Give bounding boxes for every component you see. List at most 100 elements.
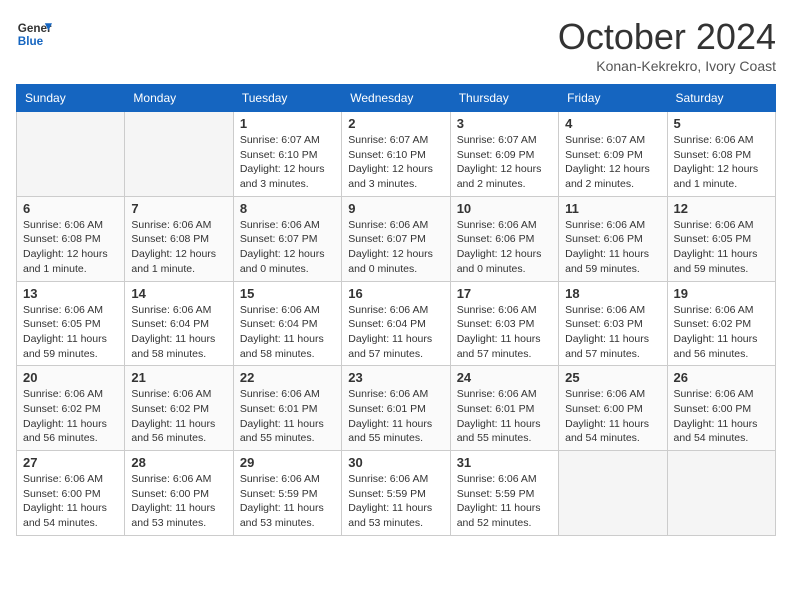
weekday-header-monday: Monday	[125, 85, 233, 112]
calendar-week-2: 6 Sunrise: 6:06 AM Sunset: 6:08 PM Daylig…	[17, 196, 776, 281]
calendar-week-4: 20 Sunrise: 6:06 AM Sunset: 6:02 PM Dayli…	[17, 366, 776, 451]
day-number: 3	[457, 116, 552, 131]
day-info: Sunrise: 6:06 AM Sunset: 5:59 PM Dayligh…	[240, 472, 335, 531]
calendar-cell: 28 Sunrise: 6:06 AM Sunset: 6:00 PM Dayli…	[125, 451, 233, 536]
day-info: Sunrise: 6:06 AM Sunset: 5:59 PM Dayligh…	[457, 472, 552, 531]
day-info: Sunrise: 6:06 AM Sunset: 6:06 PM Dayligh…	[565, 218, 660, 277]
day-info: Sunrise: 6:07 AM Sunset: 6:09 PM Dayligh…	[565, 133, 660, 192]
weekday-header-friday: Friday	[559, 85, 667, 112]
day-info: Sunrise: 6:07 AM Sunset: 6:09 PM Dayligh…	[457, 133, 552, 192]
day-info: Sunrise: 6:06 AM Sunset: 6:01 PM Dayligh…	[348, 387, 443, 446]
day-number: 19	[674, 286, 769, 301]
day-info: Sunrise: 6:06 AM Sunset: 6:00 PM Dayligh…	[131, 472, 226, 531]
day-info: Sunrise: 6:06 AM Sunset: 6:08 PM Dayligh…	[131, 218, 226, 277]
day-number: 29	[240, 455, 335, 470]
weekday-header-sunday: Sunday	[17, 85, 125, 112]
day-info: Sunrise: 6:06 AM Sunset: 6:00 PM Dayligh…	[23, 472, 118, 531]
day-info: Sunrise: 6:06 AM Sunset: 6:01 PM Dayligh…	[457, 387, 552, 446]
weekday-header-saturday: Saturday	[667, 85, 775, 112]
calendar-cell	[559, 451, 667, 536]
logo: General Blue	[16, 16, 52, 52]
calendar-cell: 16 Sunrise: 6:06 AM Sunset: 6:04 PM Dayli…	[342, 281, 450, 366]
calendar-cell	[125, 112, 233, 197]
calendar-cell: 8Sunrise: 6:06 AM Sunset: 6:07 PM Daylig…	[233, 196, 341, 281]
day-number: 2	[348, 116, 443, 131]
day-info: Sunrise: 6:06 AM Sunset: 6:08 PM Dayligh…	[674, 133, 769, 192]
day-number: 15	[240, 286, 335, 301]
day-info: Sunrise: 6:07 AM Sunset: 6:10 PM Dayligh…	[348, 133, 443, 192]
calendar-cell: 5 Sunrise: 6:06 AM Sunset: 6:08 PM Daylig…	[667, 112, 775, 197]
calendar-cell: 31Sunrise: 6:06 AM Sunset: 5:59 PM Dayli…	[450, 451, 558, 536]
calendar-cell: 23 Sunrise: 6:06 AM Sunset: 6:01 PM Dayli…	[342, 366, 450, 451]
day-info: Sunrise: 6:06 AM Sunset: 6:03 PM Dayligh…	[565, 303, 660, 362]
weekday-header-tuesday: Tuesday	[233, 85, 341, 112]
day-info: Sunrise: 6:06 AM Sunset: 6:00 PM Dayligh…	[674, 387, 769, 446]
calendar-cell: 1Sunrise: 6:07 AM Sunset: 6:10 PM Daylig…	[233, 112, 341, 197]
day-number: 30	[348, 455, 443, 470]
day-number: 10	[457, 201, 552, 216]
calendar-cell: 12Sunrise: 6:06 AM Sunset: 6:05 PM Dayli…	[667, 196, 775, 281]
calendar-header-row: SundayMondayTuesdayWednesdayThursdayFrid…	[17, 85, 776, 112]
calendar-cell: 24Sunrise: 6:06 AM Sunset: 6:01 PM Dayli…	[450, 366, 558, 451]
calendar-cell: 3 Sunrise: 6:07 AM Sunset: 6:09 PM Daylig…	[450, 112, 558, 197]
calendar-cell: 19 Sunrise: 6:06 AM Sunset: 6:02 PM Dayli…	[667, 281, 775, 366]
day-number: 7	[131, 201, 226, 216]
day-number: 9	[348, 201, 443, 216]
day-info: Sunrise: 6:06 AM Sunset: 6:05 PM Dayligh…	[23, 303, 118, 362]
weekday-header-thursday: Thursday	[450, 85, 558, 112]
day-number: 8	[240, 201, 335, 216]
calendar-cell: 9 Sunrise: 6:06 AM Sunset: 6:07 PM Daylig…	[342, 196, 450, 281]
calendar-cell: 17 Sunrise: 6:06 AM Sunset: 6:03 PM Dayli…	[450, 281, 558, 366]
svg-text:Blue: Blue	[18, 35, 44, 48]
calendar-table: SundayMondayTuesdayWednesdayThursdayFrid…	[16, 84, 776, 536]
day-info: Sunrise: 6:06 AM Sunset: 6:02 PM Dayligh…	[674, 303, 769, 362]
calendar-cell: 21 Sunrise: 6:06 AM Sunset: 6:02 PM Dayli…	[125, 366, 233, 451]
day-info: Sunrise: 6:06 AM Sunset: 6:00 PM Dayligh…	[565, 387, 660, 446]
day-number: 6	[23, 201, 118, 216]
calendar-cell: 22Sunrise: 6:06 AM Sunset: 6:01 PM Dayli…	[233, 366, 341, 451]
calendar-cell	[667, 451, 775, 536]
location-subtitle: Konan-Kekrekro, Ivory Coast	[558, 58, 776, 74]
day-number: 17	[457, 286, 552, 301]
month-title: October 2024	[558, 16, 776, 58]
calendar-cell: 29 Sunrise: 6:06 AM Sunset: 5:59 PM Dayli…	[233, 451, 341, 536]
calendar-cell: 10Sunrise: 6:06 AM Sunset: 6:06 PM Dayli…	[450, 196, 558, 281]
calendar-cell	[17, 112, 125, 197]
day-number: 28	[131, 455, 226, 470]
page-header: General Blue October 2024 Konan-Kekrekro…	[16, 16, 776, 74]
day-number: 13	[23, 286, 118, 301]
title-block: October 2024 Konan-Kekrekro, Ivory Coast	[558, 16, 776, 74]
day-number: 4	[565, 116, 660, 131]
calendar-cell: 4 Sunrise: 6:07 AM Sunset: 6:09 PM Daylig…	[559, 112, 667, 197]
calendar-cell: 30Sunrise: 6:06 AM Sunset: 5:59 PM Dayli…	[342, 451, 450, 536]
day-number: 18	[565, 286, 660, 301]
day-number: 11	[565, 201, 660, 216]
day-number: 5	[674, 116, 769, 131]
day-info: Sunrise: 6:06 AM Sunset: 6:07 PM Dayligh…	[348, 218, 443, 277]
calendar-cell: 18 Sunrise: 6:06 AM Sunset: 6:03 PM Dayli…	[559, 281, 667, 366]
day-number: 26	[674, 370, 769, 385]
calendar-cell: 13 Sunrise: 6:06 AM Sunset: 6:05 PM Dayli…	[17, 281, 125, 366]
calendar-cell: 25 Sunrise: 6:06 AM Sunset: 6:00 PM Dayli…	[559, 366, 667, 451]
calendar-week-5: 27Sunrise: 6:06 AM Sunset: 6:00 PM Dayli…	[17, 451, 776, 536]
calendar-cell: 7 Sunrise: 6:06 AM Sunset: 6:08 PM Daylig…	[125, 196, 233, 281]
day-info: Sunrise: 6:06 AM Sunset: 6:04 PM Dayligh…	[348, 303, 443, 362]
calendar-cell: 26 Sunrise: 6:06 AM Sunset: 6:00 PM Dayli…	[667, 366, 775, 451]
day-number: 16	[348, 286, 443, 301]
day-number: 14	[131, 286, 226, 301]
day-info: Sunrise: 6:06 AM Sunset: 6:08 PM Dayligh…	[23, 218, 118, 277]
day-number: 20	[23, 370, 118, 385]
calendar-cell: 2 Sunrise: 6:07 AM Sunset: 6:10 PM Daylig…	[342, 112, 450, 197]
logo-icon: General Blue	[16, 16, 52, 52]
day-info: Sunrise: 6:06 AM Sunset: 6:05 PM Dayligh…	[674, 218, 769, 277]
day-number: 23	[348, 370, 443, 385]
day-number: 21	[131, 370, 226, 385]
day-info: Sunrise: 6:06 AM Sunset: 6:02 PM Dayligh…	[23, 387, 118, 446]
calendar-cell: 11 Sunrise: 6:06 AM Sunset: 6:06 PM Dayli…	[559, 196, 667, 281]
calendar-cell: 20 Sunrise: 6:06 AM Sunset: 6:02 PM Dayli…	[17, 366, 125, 451]
day-number: 25	[565, 370, 660, 385]
calendar-week-3: 13 Sunrise: 6:06 AM Sunset: 6:05 PM Dayli…	[17, 281, 776, 366]
day-number: 22	[240, 370, 335, 385]
day-info: Sunrise: 6:06 AM Sunset: 6:02 PM Dayligh…	[131, 387, 226, 446]
day-info: Sunrise: 6:06 AM Sunset: 6:03 PM Dayligh…	[457, 303, 552, 362]
